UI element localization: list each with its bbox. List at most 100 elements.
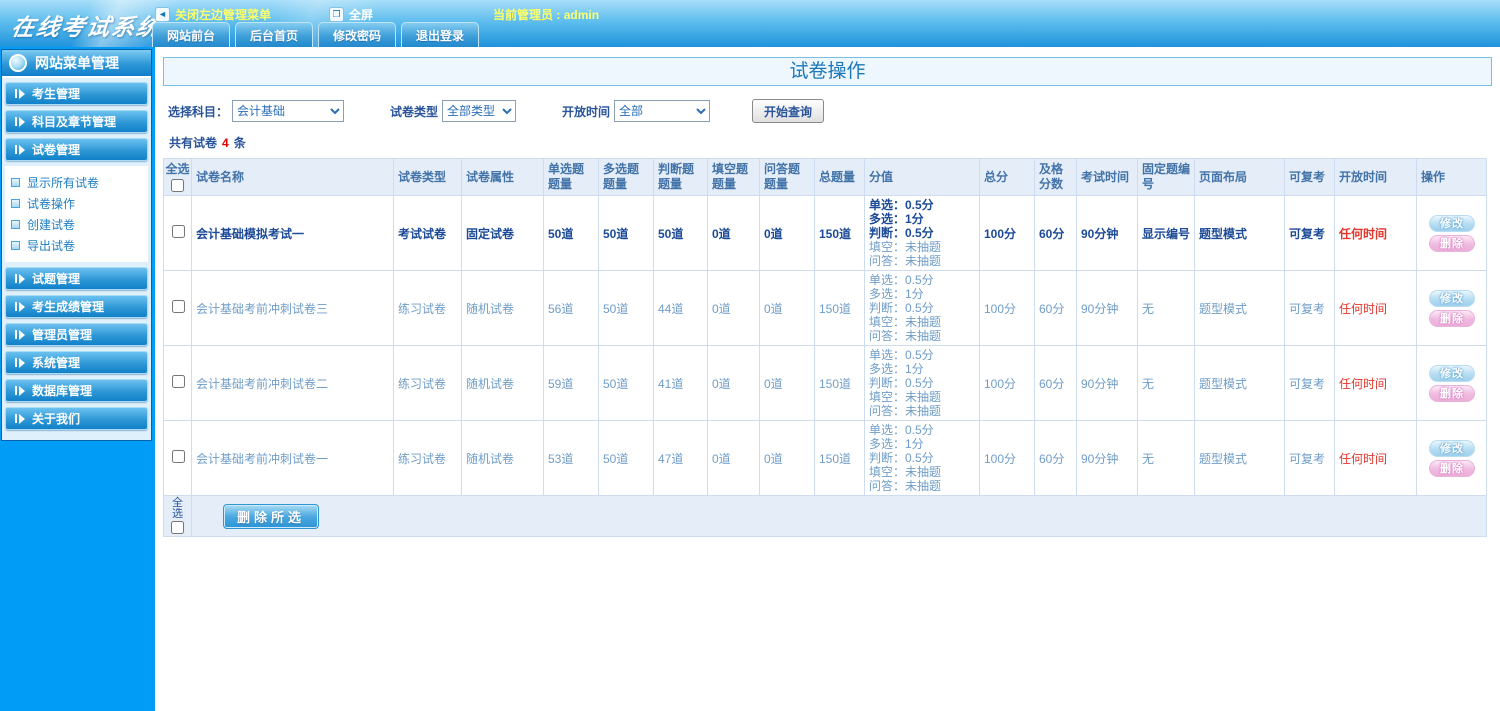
total-score-cell: 100分 [979, 420, 1035, 496]
retake-cell: 可复考 [1284, 270, 1335, 346]
page-title: 试卷操作 [163, 57, 1492, 86]
column-header-label: 操作 [1421, 169, 1446, 184]
column-header-14: 固定题编号 [1137, 158, 1195, 196]
column-header-label: 总题量 [819, 169, 856, 184]
single-count-cell: 50道 [543, 195, 599, 271]
sidebar-group-5[interactable]: 管理员管理 [5, 323, 148, 346]
sidebar-group-label: 系统管理 [32, 356, 81, 370]
score-values-cell: 单选：0.5分 多选：1分 判断：0.5分 填空：未抽题 问答：未抽题 [864, 195, 980, 271]
header-select-all-checkbox[interactable] [171, 179, 184, 192]
edit-button[interactable]: 修改 [1429, 364, 1475, 382]
sidebar-group-7[interactable]: 数据库管理 [5, 379, 148, 402]
exam-time-cell: 90分钟 [1076, 420, 1138, 496]
subject-select[interactable]: 会计基础 [232, 100, 345, 122]
sidebar-group-1[interactable]: 科目及章节管理 [5, 110, 148, 133]
column-header-17: 开放时间 [1334, 158, 1417, 196]
fullscreen-label: 全屏 [349, 8, 374, 22]
score-line: 单选：0.5分 [869, 423, 934, 437]
judge-count-cell: 50道 [653, 195, 708, 271]
nav-tabs: 网站前台 后台首页 修改密码 退出登录 [152, 22, 480, 47]
pass-score-cell: 60分 [1034, 195, 1077, 271]
sidebar-subitem-2[interactable]: 创建试卷 [11, 214, 148, 235]
delete-button[interactable]: 删除 [1429, 459, 1475, 477]
row-checkbox[interactable] [171, 375, 185, 388]
score-line: 问答：未抽题 [869, 479, 942, 493]
row-checkbox[interactable] [171, 300, 185, 313]
footer-select-all-checkbox[interactable] [171, 521, 184, 534]
sidebar-group-2[interactable]: 试卷管理 [5, 138, 148, 161]
score-values-cell: 单选：0.5分 多选：1分 判断：0.5分 填空：未抽题 问答：未抽题 [864, 420, 980, 496]
sidebar-group-6[interactable]: 系统管理 [5, 351, 148, 374]
single-count-cell: 56道 [543, 270, 599, 346]
column-header-1: 试卷名称 [191, 158, 394, 196]
edit-button[interactable]: 修改 [1429, 439, 1475, 457]
paper-name-cell: 会计基础考前冲刺试卷三 [191, 270, 394, 346]
play-icon [15, 413, 25, 424]
delete-selected-button[interactable]: 删除所选 [223, 503, 320, 529]
row-checkbox[interactable] [171, 225, 185, 238]
tab-1[interactable]: 后台首页 [235, 22, 314, 47]
edit-button[interactable]: 修改 [1429, 214, 1475, 232]
score-line: 单选：0.5分 [869, 273, 934, 287]
sidebar-subitem-1[interactable]: 试卷操作 [11, 193, 148, 214]
multi-count-cell: 50道 [598, 195, 654, 271]
sidebar-submenu: 显示所有试卷试卷操作创建试卷 导出试卷 [5, 166, 148, 262]
search-button[interactable]: 开始查询 [752, 99, 825, 123]
pass-score-cell: 60分 [1034, 270, 1077, 346]
sidebar-subitem-3[interactable]: 导出试卷 [11, 235, 148, 256]
column-header-7: 填空题题量 [707, 158, 760, 196]
score-line: 多选：1分 [869, 437, 924, 451]
play-icon [15, 329, 25, 340]
fixed-number-cell: 显示编号 [1137, 195, 1195, 271]
edit-button[interactable]: 修改 [1429, 289, 1475, 307]
sidebar-group-0[interactable]: 考生管理 [5, 82, 148, 105]
sidebar-menu-panel: 网站菜单管理 考生管理 科目及章节管理 试卷管理 显示所有试卷 试卷操作 创建试卷 导出试… [1, 49, 152, 441]
column-header-label: 考试时间 [1081, 169, 1130, 184]
qa-count-cell: 0道 [759, 195, 815, 271]
sidebar-menu-items: 考生管理科目及章节管理试卷管理 显示所有试卷试卷操作创建试卷 导出试卷 试题管理考… [2, 78, 151, 430]
subject-filter-label: 选择科目： [168, 104, 229, 119]
tab-0[interactable]: 网站前台 [152, 22, 231, 47]
close-menu-button[interactable]: ◄ 关闭左边管理菜单 [155, 6, 271, 23]
score-line: 问答：未抽题 [869, 404, 942, 418]
play-icon [15, 144, 25, 155]
sidebar-group-label: 数据库管理 [32, 384, 93, 398]
column-header-10: 分值 [864, 158, 980, 196]
delete-button[interactable]: 删除 [1429, 234, 1475, 252]
table-row: 会计基础考前冲刺试卷一 练习试卷 随机试卷 53道 50道 47道 0道 0道 150道 单选：0… [163, 420, 1487, 496]
judge-count-cell: 41道 [653, 345, 708, 421]
paper-name-cell: 会计基础模拟考试一 [191, 195, 394, 271]
paper-type-cell: 练习试卷 [393, 345, 462, 421]
delete-button[interactable]: 删除 [1429, 384, 1475, 402]
column-header-label: 试卷类型 [398, 169, 447, 184]
open-time-select[interactable]: 全部 [614, 100, 711, 122]
column-header-label: 试卷属性 [466, 169, 515, 184]
row-checkbox-cell [163, 420, 192, 496]
page-layout-cell: 题型模式 [1194, 345, 1285, 421]
total-questions-cell: 150道 [814, 420, 865, 496]
sidebar-subitem-label: 试卷操作 [27, 197, 76, 211]
sidebar-group-8[interactable]: 关于我们 [5, 407, 148, 430]
square-bullet-icon [11, 241, 20, 250]
paper-type-select[interactable]: 全部类型 [442, 100, 517, 122]
sidebar-subitem-0[interactable]: 显示所有试卷 [11, 172, 148, 193]
tab-2[interactable]: 修改密码 [318, 22, 397, 47]
delete-button[interactable]: 删除 [1429, 309, 1475, 327]
sidebar-group-4[interactable]: 考生成绩管理 [5, 295, 148, 318]
qa-count-cell: 0道 [759, 345, 815, 421]
fixed-number-cell: 无 [1137, 345, 1195, 421]
row-checkbox[interactable] [171, 450, 185, 463]
sidebar-group-label: 科目及章节管理 [32, 115, 117, 129]
row-actions-cell: 修改 删除 [1416, 345, 1487, 421]
column-header-label: 及格分数 [1039, 162, 1064, 191]
sidebar-group-3[interactable]: 试题管理 [5, 267, 148, 290]
column-header-3: 试卷属性 [461, 158, 544, 196]
column-header-label: 单选题题量 [548, 162, 585, 191]
blank-count-cell: 0道 [707, 345, 760, 421]
tab-3[interactable]: 退出登录 [401, 22, 480, 47]
score-line: 判断：0.5分 [869, 301, 934, 315]
single-count-cell: 59道 [543, 345, 599, 421]
paper-name-cell: 会计基础考前冲刺试卷二 [191, 345, 394, 421]
fullscreen-button[interactable]: ❐ 全屏 [329, 6, 373, 23]
column-header-11: 总分 [979, 158, 1035, 196]
